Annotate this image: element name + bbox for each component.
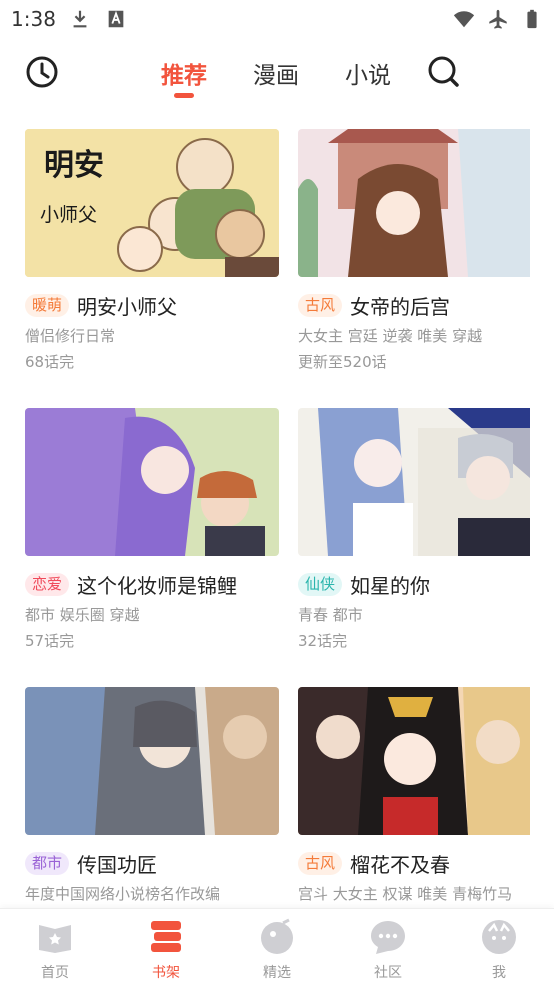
nav-featured[interactable]: 精选 [237,917,317,982]
download-icon [73,10,87,28]
book-status: 68话完 [25,353,75,371]
book-title: 明安小师父 [77,295,178,319]
search-icon[interactable] [426,54,462,90]
battery-icon [527,9,537,29]
book-title: 这个化妆师是锦鲤 [77,574,238,598]
cover-title-text: 明安 [44,148,104,183]
book-desc: 都市 娱乐圈 穿越 [25,606,140,624]
top-nav: 推荐 漫画 小说 [0,42,554,102]
genre-tag: 都市 [25,852,70,875]
book-title: 如星的你 [350,574,431,598]
genre-tag: 暖萌 [25,294,70,317]
book-title: 女帝的后宫 [350,295,451,319]
genre-tag: 古风 [298,852,343,875]
book-status: 更新至520话 [298,353,387,371]
book-desc: 大女主 宫廷 逆袭 唯美 穿越 [298,327,483,345]
cover-subtitle-text: 小师父 [40,204,98,226]
nav-label: 精选 [263,965,291,981]
book-card[interactable]: 古风 女帝的后宫 大女主 宫廷 逆袭 唯美 穿越 更新至520话 [298,129,552,372]
font-a-icon [108,10,124,28]
book-cover[interactable] [298,129,552,277]
nav-label: 首页 [41,965,69,981]
book-status: 32话完 [298,632,348,650]
nav-home[interactable]: 首页 [15,917,95,982]
book-desc: 青春 都市 [298,606,363,624]
nav-label: 社区 [374,965,402,981]
status-time: 1:38 [11,7,56,31]
book-card[interactable]: 恋爱 这个化妆师是锦鲤 都市 娱乐圈 穿越 57话完 [25,408,279,651]
tab-novels[interactable]: 小说 [345,56,391,90]
book-cover[interactable] [298,408,552,556]
nav-bookshelf[interactable]: 书架 [126,917,206,982]
nav-profile[interactable]: 我 [459,917,539,982]
book-cover[interactable] [25,687,279,835]
tab-recommend[interactable]: 推荐 [161,56,207,90]
nav-label: 书架 [152,965,180,981]
book-card[interactable]: 古风 榴花不及春 宫斗 大女主 权谋 唯美 青梅竹马 [298,687,552,904]
book-desc: 僧侣修行日常 [25,327,116,345]
book-cover[interactable] [25,408,279,556]
book-cover[interactable] [298,687,552,835]
home-book-icon [39,925,71,953]
tab-comics[interactable]: 漫画 [253,56,299,90]
profile-icon [482,920,516,954]
status-bar: 1:38 [0,0,554,38]
book-desc: 宫斗 大女主 权谋 唯美 青梅竹马 [298,885,513,903]
book-title: 榴花不及春 [350,853,451,877]
community-chat-icon [371,921,405,954]
bottom-nav: 首页 书架 精选 社区 我 [0,908,554,984]
book-desc: 年度中国网络小说榜名作改编 [25,885,221,903]
history-icon[interactable] [24,54,60,90]
book-status: 57话完 [25,632,75,650]
tab-indicator [174,93,194,98]
nav-community[interactable]: 社区 [348,917,428,982]
genre-tag: 古风 [298,294,343,317]
book-card[interactable]: 仙侠 如星的你 青春 都市 32话完 [298,408,552,651]
airplane-icon [489,9,507,29]
book-title: 传国功匠 [77,853,158,877]
featured-icon [261,918,293,954]
wifi-icon [453,11,475,28]
genre-tag: 恋爱 [25,573,70,596]
bookshelf-icon [151,921,181,952]
book-card[interactable]: 都市 传国功匠 年度中国网络小说榜名作改编 [25,687,279,904]
genre-tag: 仙侠 [298,573,343,596]
nav-label: 我 [492,965,506,981]
